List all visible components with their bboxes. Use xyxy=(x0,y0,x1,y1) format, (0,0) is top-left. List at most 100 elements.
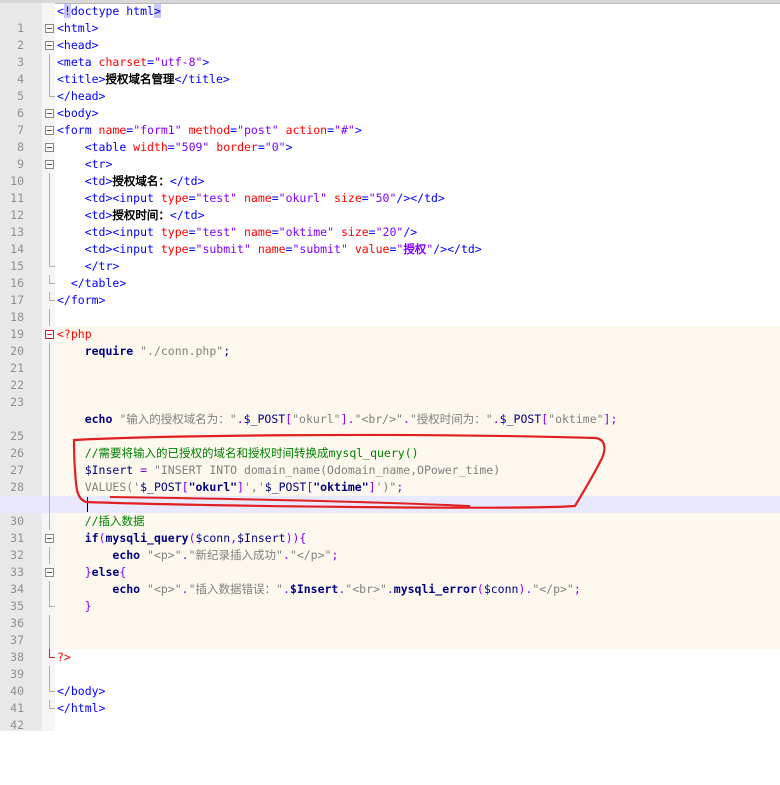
code-editor[interactable]: 1 <!doctype html> 2 <html> 3 <head> 4 <m… xyxy=(0,3,780,732)
code-line: 41 </body> xyxy=(0,683,780,715)
fold-toggle-icon[interactable] xyxy=(45,568,54,577)
code-line: 39 ?> xyxy=(0,649,780,681)
fold-guide xyxy=(49,513,50,530)
code-line: 9 <table width="509" border="0"> xyxy=(0,139,780,171)
token: ')" xyxy=(375,480,397,494)
token: { xyxy=(119,565,127,579)
token: name xyxy=(257,242,286,256)
code-line: 15 <td><input type="submit" name="submit… xyxy=(0,241,780,273)
token: "okurl" xyxy=(278,191,328,205)
token: . xyxy=(236,412,244,426)
code-line: 38 xyxy=(0,632,780,664)
token: </td> xyxy=(169,174,205,188)
code-line: 28 $Insert = "INSERT INTO domain_name(Od… xyxy=(0,462,780,494)
token: doctype html xyxy=(70,4,154,18)
token: ; xyxy=(223,344,231,358)
fold-guide xyxy=(49,666,50,683)
token: </html> xyxy=(57,701,106,715)
fold-guide xyxy=(49,632,50,649)
token: . xyxy=(402,412,410,426)
token: ( xyxy=(188,531,196,545)
code-line: 13 <td>授权时间：</td> xyxy=(0,207,780,239)
code-line: 27 //需要将输入的已授权的域名和授权时间转换成mysql_query() xyxy=(0,445,780,477)
fold-toggle-icon[interactable] xyxy=(45,143,54,152)
token: $Insert xyxy=(289,582,339,596)
fold-toggle-icon[interactable] xyxy=(45,109,54,118)
token: <td><input xyxy=(84,225,161,239)
comment: //需要将输入的已授权的域名和授权时间转换成mysql_query() xyxy=(84,446,419,460)
token: ( xyxy=(476,582,484,596)
token: <tr> xyxy=(84,157,113,171)
fold-guide xyxy=(49,428,50,445)
fold-end-guide xyxy=(49,292,55,301)
fold-guide xyxy=(49,615,50,632)
code-line: 5 <title>授权域名管理</title> xyxy=(0,71,780,103)
token: [ xyxy=(181,480,189,494)
token: type xyxy=(160,191,189,205)
token: ; xyxy=(573,582,581,596)
code-line: 6 </head> xyxy=(0,88,780,120)
fold-toggle-icon[interactable] xyxy=(45,24,54,33)
fold-end-guide xyxy=(49,700,55,709)
code-line: 11 <td>授权域名：</td> xyxy=(0,173,780,205)
token: </body> xyxy=(57,684,106,698)
token: "oktime" xyxy=(548,412,604,426)
fold-guide xyxy=(49,190,50,207)
token: "509" xyxy=(174,140,210,154)
token: ',' xyxy=(243,480,265,494)
token: "<p>" xyxy=(147,582,182,596)
token: require xyxy=(84,344,134,358)
fold-end-guide xyxy=(49,683,55,692)
code-line: 17 </table> xyxy=(0,275,780,307)
fold-toggle-icon[interactable] xyxy=(45,126,54,135)
fold-guide xyxy=(49,479,50,496)
token: } xyxy=(84,599,92,613)
token: < xyxy=(57,4,64,18)
token: > xyxy=(354,123,362,137)
selected-token: ! xyxy=(63,4,71,18)
code-line: 10 <tr> xyxy=(0,156,780,188)
code-line: 3 <head> xyxy=(0,37,780,69)
code-line: 16 </tr> xyxy=(0,258,780,290)
fold-guide xyxy=(49,581,50,598)
token: "submit" xyxy=(292,242,348,256)
token: "输入的授权域名为：" xyxy=(119,412,237,426)
fold-guide xyxy=(49,71,50,88)
token: name xyxy=(98,123,127,137)
token: ?> xyxy=(57,650,71,664)
fold-guide xyxy=(49,496,50,513)
code-line: 35 echo "<p>"."插入数据错误：".$Insert."<br>".m… xyxy=(0,581,780,613)
token: . xyxy=(492,412,500,426)
token: 授权 xyxy=(403,242,427,256)
fold-toggle-icon[interactable] xyxy=(45,534,54,543)
code-line: 19 xyxy=(0,309,780,341)
token: = xyxy=(133,463,154,477)
current-line[interactable]: 30 xyxy=(0,496,780,528)
selected-token: > xyxy=(153,4,161,18)
token: if xyxy=(84,531,99,545)
code-line: 7 <body> xyxy=(0,105,780,137)
token: ] xyxy=(368,480,376,494)
token: $_POST xyxy=(140,480,182,494)
token: $_POST xyxy=(264,480,307,494)
fold-end-guide xyxy=(49,258,55,267)
token: > xyxy=(285,140,293,154)
code-line: 1 <!doctype html> xyxy=(0,3,780,35)
code-line: 33 echo "<p>"."新纪录插入成功"."</p>"; xyxy=(0,547,780,579)
token: "test" xyxy=(195,191,238,205)
fold-toggle-icon[interactable] xyxy=(45,160,54,169)
token: 授权域名管理 xyxy=(105,72,175,86)
fold-toggle-icon[interactable] xyxy=(45,330,54,339)
code-line: 21 require "./conn.php"; xyxy=(0,343,780,375)
token: <td><input xyxy=(84,191,161,205)
line-number: 42 xyxy=(10,718,24,732)
token: $_POST xyxy=(243,412,286,426)
token: "utf-8" xyxy=(153,55,203,69)
token: type xyxy=(160,242,189,256)
fold-toggle-icon[interactable] xyxy=(45,41,54,50)
code-line: 36 } xyxy=(0,598,780,630)
token: "post" xyxy=(237,123,279,137)
fold-guide xyxy=(49,343,50,360)
token: "0" xyxy=(264,140,286,154)
token: <html> xyxy=(57,21,99,35)
